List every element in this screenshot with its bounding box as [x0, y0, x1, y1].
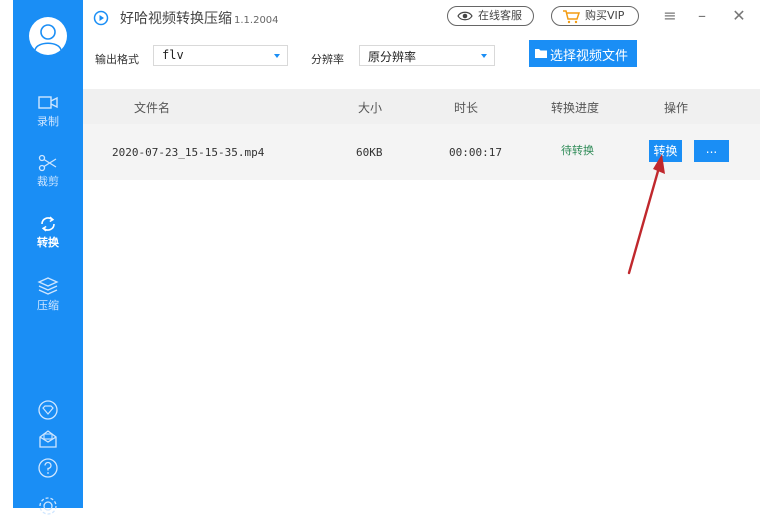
online-service-label: 在线客服: [478, 9, 522, 22]
close-icon[interactable]: ✕: [729, 6, 749, 26]
online-service-button[interactable]: 在线客服: [447, 6, 534, 26]
convert-icon: [41, 216, 55, 232]
status-badge: 待转换: [561, 144, 594, 157]
column-header-progress: 转换进度: [551, 101, 600, 115]
eye-icon: [457, 11, 473, 21]
scissors-icon: [38, 154, 57, 172]
file-name: 2020-07-23_15-15-35.mp4: [112, 146, 265, 159]
resolution-label: 分辨率: [311, 53, 344, 66]
column-header-duration: 时长: [454, 101, 479, 115]
resolution-value: 原分辨率: [368, 50, 417, 64]
app-title: 好哈视频转换压缩 1.1.2004: [120, 8, 279, 28]
column-header-filename: 文件名: [134, 101, 171, 115]
format-value: flv: [162, 48, 184, 62]
annotation-arrow: [627, 154, 665, 275]
mail-icon[interactable]: [36, 427, 60, 451]
sidebar: 录制 裁剪 转换 压缩: [13, 0, 83, 515]
select-video-label: 选择视频文件: [550, 49, 629, 64]
folder-icon: [535, 49, 547, 58]
file-duration: 00:00:17: [449, 146, 502, 159]
select-video-button[interactable]: 选择视频文件: [529, 40, 637, 67]
sidebar-item-compress[interactable]: 压缩: [13, 276, 83, 313]
app-name: 好哈视频转换压缩: [120, 11, 232, 27]
more-options-button[interactable]: ...: [694, 140, 729, 162]
title-bar: 好哈视频转换压缩 1.1.2004 在线客服 购买VIP ≡ – ✕: [83, 0, 768, 36]
sidebar-item-record[interactable]: 录制: [13, 94, 83, 129]
sidebar-item-label: 录制: [37, 115, 59, 128]
cart-icon: [563, 10, 580, 24]
resolution-select[interactable]: 原分辨率: [359, 45, 495, 66]
app-version: 1.1.2004: [234, 15, 279, 26]
sidebar-item-label: 裁剪: [37, 175, 59, 188]
sidebar-item-convert[interactable]: 转换: [13, 215, 83, 250]
sidebar-item-label: 压缩: [37, 299, 59, 312]
sidebar-item-label: 转换: [37, 236, 59, 249]
table-header: 文件名 大小 时长 转换进度 操作: [83, 89, 760, 124]
column-header-size: 大小: [358, 101, 383, 115]
buy-vip-button[interactable]: 购买VIP: [551, 6, 639, 26]
video-record-icon: [38, 96, 58, 109]
layers-icon: [37, 277, 59, 295]
user-icon: [34, 24, 62, 51]
settings-icon[interactable]: [36, 494, 60, 518]
format-select[interactable]: flv: [153, 45, 288, 66]
chevron-down-icon: [274, 54, 280, 58]
menu-icon[interactable]: ≡: [660, 6, 680, 26]
sidebar-item-cut[interactable]: 裁剪: [13, 154, 83, 189]
column-header-actions: 操作: [664, 101, 689, 115]
format-label: 输出格式: [95, 53, 139, 66]
help-icon[interactable]: [36, 456, 60, 480]
app-logo-icon: [93, 10, 109, 26]
file-size: 60KB: [356, 146, 383, 159]
buy-vip-label: 购买VIP: [585, 9, 625, 22]
chevron-down-icon: [481, 54, 487, 58]
user-avatar[interactable]: [29, 17, 67, 55]
diamond-icon[interactable]: [36, 398, 60, 422]
minimize-icon[interactable]: –: [692, 6, 712, 26]
